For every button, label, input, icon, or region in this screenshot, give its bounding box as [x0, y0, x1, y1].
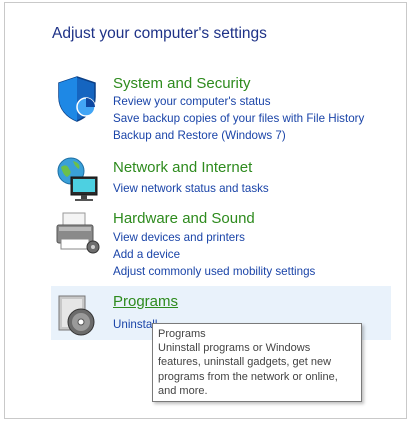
tooltip-line: features, uninstall gadgets, get new — [158, 356, 332, 369]
link-mobility-settings[interactable]: Adjust commonly used mobility settings — [113, 265, 315, 278]
category-system-security: System and Security Review your computer… — [51, 71, 391, 142]
category-title-system-security[interactable]: System and Security — [113, 75, 251, 92]
category-network-internet: Network and Internet View network status… — [51, 155, 391, 205]
programs-tooltip: Programs Uninstall programs or Windows f… — [152, 323, 362, 402]
link-uninstall[interactable]: Uninstall — [113, 318, 157, 331]
printer-icon — [56, 212, 100, 254]
category-title-hardware-sound[interactable]: Hardware and Sound — [113, 210, 255, 227]
link-backup-restore[interactable]: Backup and Restore (Windows 7) — [113, 129, 286, 142]
tooltip-title: Programs — [158, 328, 206, 340]
programs-disc-icon — [58, 295, 95, 336]
shield-icon — [58, 76, 96, 122]
page-title: Adjust your computer's settings — [52, 25, 267, 42]
link-file-history[interactable]: Save backup copies of your files with Fi… — [113, 112, 364, 125]
category-title-network-internet[interactable]: Network and Internet — [113, 159, 252, 176]
link-devices-printers[interactable]: View devices and printers — [113, 231, 245, 244]
control-panel-window: Adjust your computer's settings System a… — [4, 2, 407, 419]
category-title-programs[interactable]: Programs — [113, 293, 178, 310]
link-review-status[interactable]: Review your computer's status — [113, 95, 271, 108]
network-globe-icon — [57, 157, 98, 201]
link-add-device[interactable]: Add a device — [113, 248, 180, 261]
tooltip-line: and more. — [158, 384, 208, 397]
link-network-status[interactable]: View network status and tasks — [113, 182, 269, 195]
tooltip-line: programs from the network or online, — [158, 370, 338, 383]
category-hardware-sound: Hardware and Sound View devices and prin… — [51, 205, 391, 285]
tooltip-line: Uninstall programs or Windows — [158, 342, 311, 355]
